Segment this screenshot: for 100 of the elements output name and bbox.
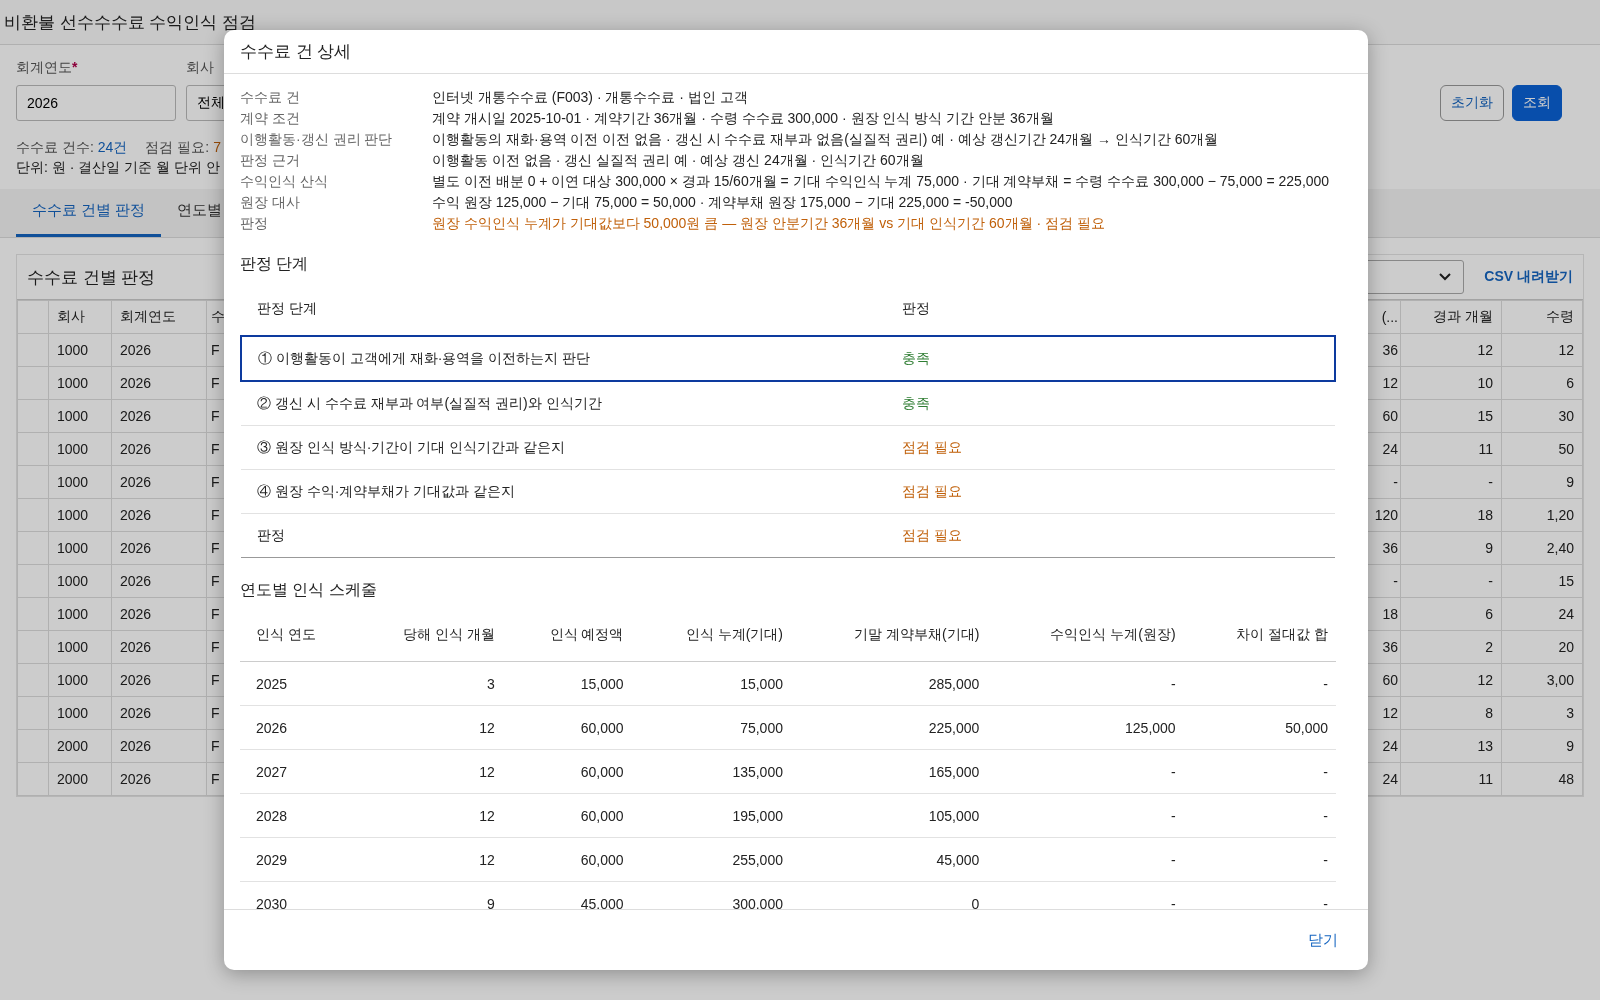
table-cell: 2026 <box>120 738 152 754</box>
filter-field[interactable]: 2026 <box>16 85 176 121</box>
table-cell: 15,000 <box>580 675 624 692</box>
column-header: 수령 <box>1546 308 1574 324</box>
table-cell: - <box>1393 573 1398 589</box>
table-cell: - <box>1323 675 1328 692</box>
action-button[interactable]: 초기화 <box>1440 85 1504 121</box>
table-cell: 2027 <box>256 763 288 780</box>
field-label: 계약 조건 <box>240 109 301 127</box>
section-title: 연도별 인식 스케줄 <box>240 580 378 600</box>
filter-label: 회계연도 <box>16 59 72 75</box>
table-cell: 2026 <box>120 474 152 490</box>
table-cell: 1000 <box>57 573 89 589</box>
dialog-title: 수수료 건 상세 <box>240 41 352 63</box>
table-cell: F <box>211 672 220 688</box>
action-button[interactable]: 조회 <box>1512 85 1562 121</box>
table-cell: 2026 <box>120 606 152 622</box>
close-button[interactable]: 닫기 <box>1302 929 1344 951</box>
field-value: 이행활동 이전 없음 · 갱신 실질적 권리 예 · 예상 갱신 24개월 · 인식기간 60개월 <box>432 151 925 169</box>
table-cell: 285,000 <box>928 675 980 692</box>
table-cell: 36 <box>1382 540 1398 556</box>
table-cell: 36 <box>1382 342 1398 358</box>
table-cell: 225,000 <box>928 719 980 736</box>
table-cell: 1000 <box>57 606 89 622</box>
table-cell: 9 <box>1566 738 1574 754</box>
table-cell: 195,000 <box>732 807 783 824</box>
field-label: 이행활동·갱신 권리 판단 <box>240 130 394 148</box>
table-cell: 24 <box>1382 441 1398 457</box>
step-result: 점검 필요 <box>902 482 963 499</box>
table-cell: 1000 <box>57 474 89 490</box>
table-cell: 165,000 <box>928 763 980 780</box>
field-label: 판정 근거 <box>240 151 301 169</box>
table-cell: 135,000 <box>732 763 783 780</box>
table-cell: 10 <box>1477 375 1493 391</box>
table-cell: 11 <box>1478 441 1493 457</box>
step-row[interactable]: 판정 점검 필요 <box>241 513 1335 558</box>
column-header: 인식 누계(기대) <box>685 626 783 642</box>
table-cell: 18 <box>1382 606 1398 622</box>
table-cell: F <box>211 540 220 556</box>
column-header: 기말 계약부채(기대) <box>854 626 980 642</box>
step-label: 판정 <box>257 526 285 543</box>
table-cell: 36 <box>1382 639 1398 655</box>
table-cell: 2,40 <box>1546 540 1574 556</box>
column-header: 인식 연도 <box>256 626 316 642</box>
table-cell: 105,000 <box>928 807 980 824</box>
tab[interactable]: 수수료 건별 판정 <box>16 189 162 237</box>
field-label: 판정 <box>240 214 269 232</box>
table-cell: F <box>211 408 220 424</box>
column-header: 수 <box>211 308 225 324</box>
table-cell: 30 <box>1558 408 1574 424</box>
table-cell: - <box>1170 807 1176 824</box>
step-result: 충족 <box>902 349 931 366</box>
table-cell: 12 <box>1477 342 1493 358</box>
field-value: 별도 이전 배분 0 + 이연 대상 300,000 × 경과 15/60개월 = 기대 수익인식 누계 75,000 · 기대 계약부채 = 수령 수수료 300,000 − 75,000 = 225,000 <box>432 172 1331 190</box>
column-header: 수익인식 누계(원장) <box>1050 626 1176 642</box>
table-cell: 60,000 <box>580 851 624 868</box>
step-row[interactable]: ② 갱신 시 수수료 재부과 여부(실질적 권리)와 인식기간 충족 <box>241 381 1335 426</box>
step-row[interactable]: ④ 원장 수익·계약부채가 기대값과 같은지 점검 필요 <box>241 469 1335 514</box>
table-cell: - <box>1170 675 1176 692</box>
table-cell: 9 <box>486 895 495 909</box>
field-label: 수수료 건 <box>240 88 301 106</box>
table-cell: 60,000 <box>580 719 624 736</box>
table-cell: 15 <box>1558 573 1574 589</box>
card-title: 수수료 건별 판정 <box>27 266 156 289</box>
table-cell: - <box>1488 573 1493 589</box>
table-cell: - <box>1170 763 1176 780</box>
table-cell: F <box>211 639 220 655</box>
field-value: 이행활동의 재화·용역 이전 이전 없음 · 갱신 시 수수료 재부과 없음(실질적 권리) 예 · 예상 갱신기간 24개월 → 인식기간 60개월 <box>432 130 1220 148</box>
table-cell: 2026 <box>120 441 152 457</box>
table-cell: 50 <box>1558 441 1574 457</box>
step-row[interactable]: ③ 원장 인식 방식·기간이 기대 인식기간과 같은지 점검 필요 <box>241 425 1335 470</box>
table-cell: 12 <box>479 851 495 868</box>
table-cell: F <box>211 606 220 622</box>
table-cell: 2 <box>1485 639 1493 655</box>
unit-note: 단위: 원 · 결산일 기준 월 단위 안 <box>16 159 220 177</box>
step-label: ③ 원장 인식 방식·기간이 기대 인식기간과 같은지 <box>257 438 565 455</box>
table-cell: - <box>1323 895 1328 909</box>
field-label: 수익인식 산식 <box>240 172 329 190</box>
table-cell: 2026 <box>120 771 152 787</box>
table-cell: 12 <box>1382 705 1398 721</box>
table-cell: 1000 <box>57 672 89 688</box>
csv-download-link[interactable]: CSV 내려받기 <box>1484 268 1573 286</box>
table-cell: 12 <box>1477 672 1493 688</box>
table-cell: 3 <box>486 675 495 692</box>
table-cell: - <box>1170 851 1176 868</box>
table-cell: F <box>211 342 220 358</box>
tab[interactable]: 연도별 <box>161 189 239 237</box>
step-label: ② 갱신 시 수수료 재부과 여부(실질적 권리)와 인식기간 <box>257 394 602 411</box>
table-cell: 9 <box>1485 540 1493 556</box>
count-label: 수수료 건수: <box>16 139 94 157</box>
table-cell: 12 <box>1558 342 1574 358</box>
table-cell: 2030 <box>256 895 288 909</box>
table-cell: 1000 <box>57 639 89 655</box>
table-cell: F <box>211 441 220 457</box>
column-header: 경과 개월 <box>1433 308 1493 324</box>
table-cell: F <box>211 573 220 589</box>
table-cell: 2026 <box>120 540 152 556</box>
column-header: 판정 단계 <box>257 300 317 316</box>
table-cell: 1000 <box>57 408 89 424</box>
chevron-icon <box>1439 273 1452 281</box>
